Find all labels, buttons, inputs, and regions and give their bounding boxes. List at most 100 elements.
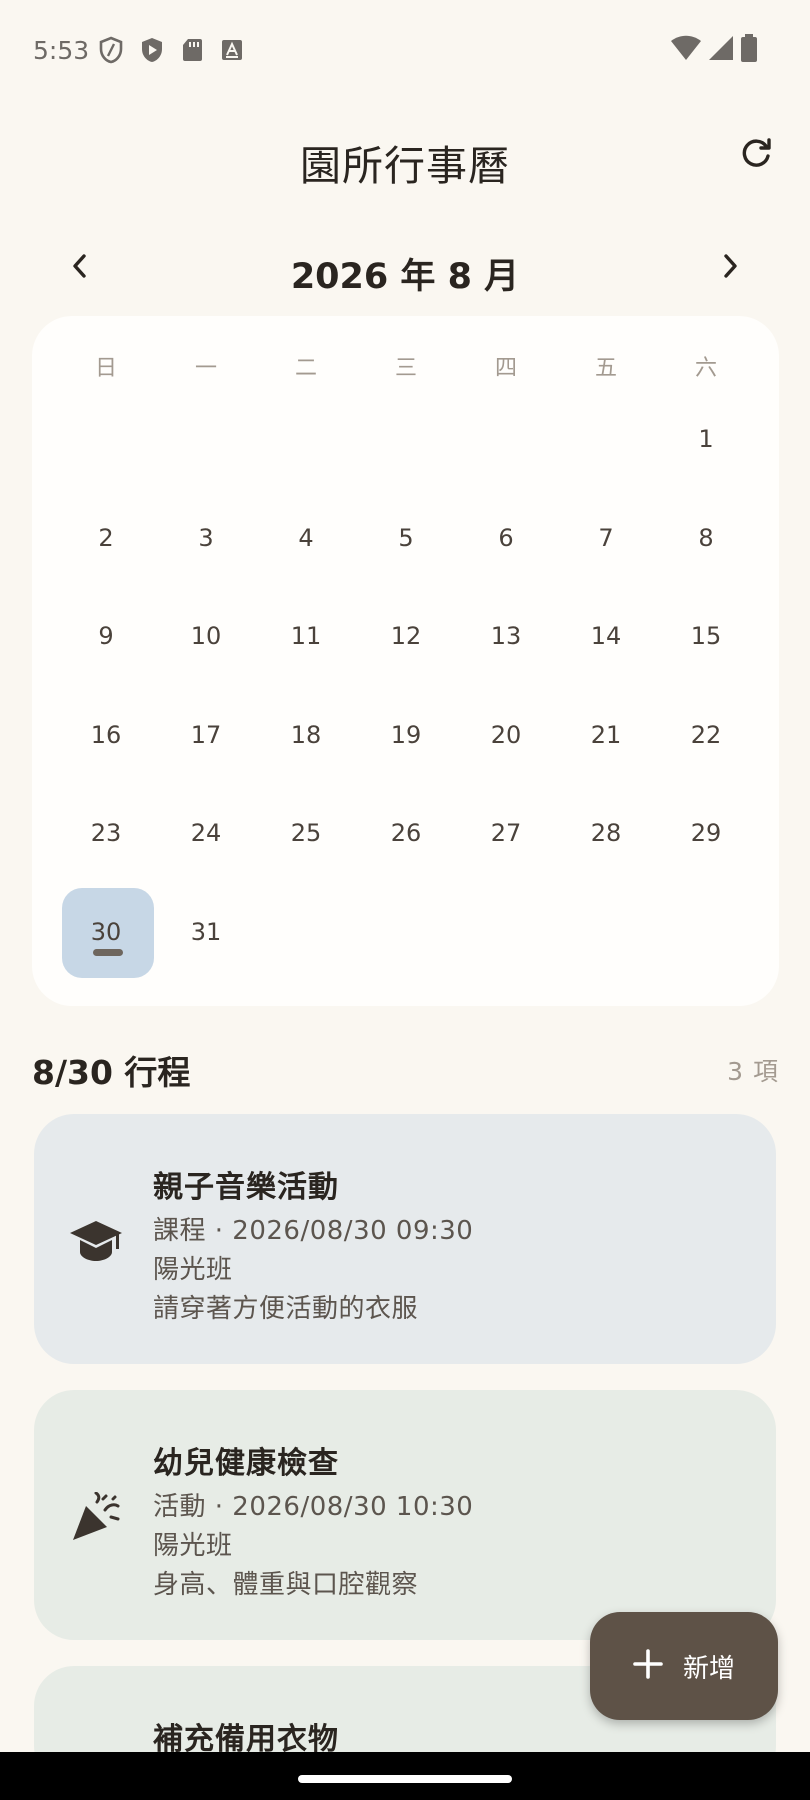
day-cell[interactable]: 9 — [56, 587, 156, 686]
day-number: 13 — [490, 622, 522, 651]
day-number: 31 — [190, 917, 222, 946]
day-number: 28 — [590, 819, 622, 848]
day-blank — [356, 390, 456, 489]
day-number: 21 — [590, 720, 622, 749]
home-indicator[interactable] — [298, 1775, 512, 1783]
day-number: 30 — [90, 917, 122, 946]
day-cell[interactable]: 7 — [556, 489, 656, 588]
day-number: 16 — [90, 720, 122, 749]
day-cell[interactable]: 5 — [356, 489, 456, 588]
event-card[interactable]: 親子音樂活動 課程 · 2026/08/30 09:30 陽光班 請穿著方便活動… — [34, 1114, 776, 1364]
day-number: 9 — [98, 622, 114, 651]
add-event-button[interactable]: 新增 — [590, 1612, 778, 1720]
day-cell[interactable]: 29 — [656, 784, 756, 883]
status-icons-left — [99, 36, 244, 64]
day-cell[interactable]: 24 — [156, 784, 256, 883]
day-blank — [556, 390, 656, 489]
event-indicator — [93, 948, 123, 956]
calendar-card: 日 一 二 三 四 五 六 1 2 3 4 5 6 7 8 9 10 11 12 13 14 15 16 17 1… — [32, 316, 779, 1006]
weekday-label: 六 — [694, 356, 717, 381]
day-cell[interactable]: 11 — [256, 587, 356, 686]
day-cell[interactable]: 10 — [156, 587, 256, 686]
status-bar: 5:53 — [0, 0, 810, 100]
day-cell[interactable]: 27 — [456, 784, 556, 883]
day-number: 10 — [190, 622, 222, 651]
day-number: 2 — [98, 523, 114, 552]
day-number: 1 — [698, 425, 714, 454]
event-class: 陽光班 — [153, 1255, 233, 1285]
weekday-label: 二 — [294, 356, 317, 381]
add-event-label: 新增 — [682, 1653, 735, 1684]
next-month-button[interactable] — [706, 244, 754, 292]
battery-icon — [740, 34, 758, 62]
plus-icon — [633, 1649, 663, 1683]
day-cell[interactable]: 14 — [556, 587, 656, 686]
day-cell[interactable]: 31 — [156, 883, 256, 982]
day-cell[interactable]: 1 — [656, 390, 756, 489]
day-cell[interactable]: 4 — [256, 489, 356, 588]
day-number: 5 — [398, 523, 414, 552]
day-cell[interactable]: 16 — [56, 686, 156, 785]
event-title: 幼兒健康檢查 — [153, 1446, 339, 1481]
day-cell[interactable]: 15 — [656, 587, 756, 686]
refresh-icon — [738, 136, 774, 176]
event-card[interactable]: 幼兒健康檢查 活動 · 2026/08/30 10:30 陽光班 身高、體重與口… — [34, 1390, 776, 1640]
app-header: 園所行事曆 — [0, 120, 810, 192]
month-label: 2026 年 8 月 — [290, 257, 520, 297]
day-blank — [56, 390, 156, 489]
font-a-icon — [220, 38, 244, 62]
day-number: 14 — [590, 622, 622, 651]
event-note: 請穿著方便活動的衣服 — [153, 1294, 419, 1324]
wifi-icon — [670, 35, 702, 61]
weekday-label: 日 — [94, 356, 117, 381]
refresh-button[interactable] — [730, 130, 782, 182]
day-cell[interactable]: 19 — [356, 686, 456, 785]
event-meta: 課程 · 2026/08/30 09:30 — [153, 1216, 474, 1246]
schedule-count: 3 項 — [727, 1057, 779, 1086]
day-blank — [456, 390, 556, 489]
day-number: 11 — [290, 622, 322, 651]
day-cell[interactable]: 18 — [256, 686, 356, 785]
day-cell[interactable]: 17 — [156, 686, 256, 785]
day-cell[interactable]: 12 — [356, 587, 456, 686]
graduation-cap-icon — [64, 1214, 128, 1270]
day-number: 26 — [390, 819, 422, 848]
day-blank — [156, 390, 256, 489]
day-number: 24 — [190, 819, 222, 848]
day-number: 7 — [598, 523, 614, 552]
day-cell[interactable]: 21 — [556, 686, 656, 785]
day-cell-selected[interactable]: 30 — [56, 883, 156, 982]
weekday-label: 三 — [394, 356, 417, 381]
day-number: 15 — [690, 622, 722, 651]
day-cell[interactable]: 13 — [456, 587, 556, 686]
day-number: 23 — [90, 819, 122, 848]
weekday-label: 一 — [194, 356, 217, 381]
day-cell[interactable]: 20 — [456, 686, 556, 785]
shield-icon — [99, 36, 123, 64]
day-number: 6 — [498, 523, 514, 552]
event-title: 親子音樂活動 — [153, 1170, 339, 1205]
day-cell[interactable]: 28 — [556, 784, 656, 883]
sd-card-icon — [181, 37, 203, 63]
screen: 5:53 園所行事曆 2026 年 8 月 日 一 二 三 四 五 六 1 2 … — [0, 0, 810, 1800]
weekday-label: 五 — [594, 356, 617, 381]
schedule-header: 8/30 行程 3 項 — [32, 1040, 779, 1092]
signal-icon — [708, 35, 734, 61]
month-nav: 2026 年 8 月 — [0, 238, 810, 298]
day-number: 4 — [298, 523, 314, 552]
day-cell[interactable]: 3 — [156, 489, 256, 588]
party-popper-icon — [64, 1490, 128, 1546]
day-cell[interactable]: 22 — [656, 686, 756, 785]
day-number: 27 — [490, 819, 522, 848]
day-cell[interactable]: 2 — [56, 489, 156, 588]
day-number: 18 — [290, 720, 322, 749]
weekday-label: 四 — [494, 356, 517, 381]
day-cell[interactable]: 6 — [456, 489, 556, 588]
day-cell[interactable]: 23 — [56, 784, 156, 883]
days-grid: 1 2 3 4 5 6 7 8 9 10 11 12 13 14 15 16 17 18 19 20 21 22 23 24 2… — [56, 390, 756, 981]
day-number: 19 — [390, 720, 422, 749]
day-cell[interactable]: 25 — [256, 784, 356, 883]
play-shield-icon — [140, 36, 164, 64]
day-cell[interactable]: 8 — [656, 489, 756, 588]
day-cell[interactable]: 26 — [356, 784, 456, 883]
